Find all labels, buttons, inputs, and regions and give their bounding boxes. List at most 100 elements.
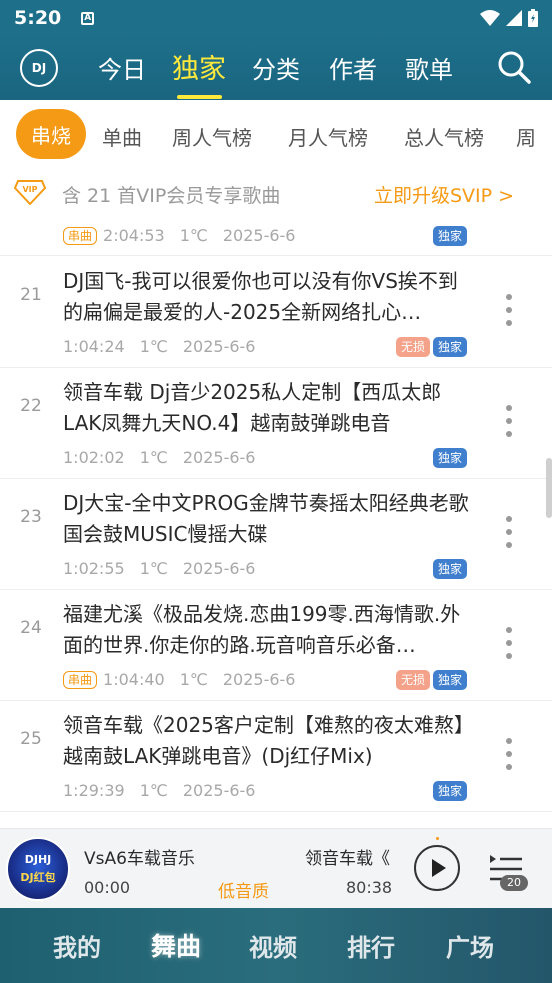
song-badges: 独家: [432, 448, 467, 468]
song-number: 24: [20, 618, 42, 638]
exclusive-badge: 独家: [432, 337, 467, 357]
song-duration: 1:04:40: [103, 670, 165, 689]
battery-icon: [528, 9, 538, 27]
song-date: 2025-6-6: [222, 226, 296, 245]
tab-author[interactable]: 作者: [329, 50, 377, 85]
subtab-total-popular[interactable]: 总人气榜: [404, 122, 484, 151]
cover-subtext: DJ红包: [20, 871, 56, 884]
tab-today[interactable]: 今日: [98, 50, 146, 85]
exclusive-badge: 独家: [432, 781, 467, 801]
song-number: 23: [20, 507, 42, 527]
song-date: 2025-6-6: [182, 781, 256, 800]
exclusive-badge: 独家: [432, 670, 467, 690]
top-nav: DJ 今日 独家 分类 作者 歌单: [0, 36, 552, 100]
song-temp: 1℃: [139, 559, 168, 578]
song-duration: 1:29:39: [63, 781, 125, 800]
song-meta: 1:02:02 1℃ 2025-6-6: [63, 448, 270, 467]
subtab-monthly-popular[interactable]: 月人气榜: [288, 122, 368, 151]
progress-dot: [436, 837, 439, 840]
wifi-icon: [480, 10, 500, 26]
list-item-partial[interactable]: 串曲 2:04:53 1℃ 2025-6-6 独家: [0, 216, 552, 256]
more-vertical-icon[interactable]: [505, 293, 513, 327]
list-item[interactable]: 25 领音车载《2025客户定制【难熬的夜太难熬】越南鼓LAK弹跳电音》(Dj红…: [0, 701, 552, 812]
status-icons: [480, 9, 538, 27]
list-item[interactable]: 21 DJ国飞-我可以很爱你也可以没有你VS挨不到的扁偏是最爱的人-2025全新…: [0, 257, 552, 368]
lossless-badge: 无损: [395, 337, 430, 357]
subtab-weekly-popular[interactable]: 周人气榜: [172, 122, 252, 151]
tab-exclusive[interactable]: 独家: [172, 47, 226, 86]
current-time: 00:00: [84, 878, 131, 897]
quality-selector[interactable]: 低音质: [218, 877, 269, 902]
list-item[interactable]: 24 福建尤溪《极品发烧.恋曲199零.西海情歌.外面的世界.你走你的路.玩音响…: [0, 590, 552, 701]
status-time: 5:20: [14, 7, 62, 29]
song-number: 25: [20, 729, 42, 749]
total-time: 80:38: [346, 878, 393, 897]
nav-mine[interactable]: 我的: [53, 928, 101, 963]
song-date: 2025-6-6: [182, 448, 256, 467]
notification-icon: A: [81, 11, 95, 25]
song-duration: 1:04:24: [63, 337, 125, 356]
song-title: DJ大宝-全中文PROG金牌节奏摇太阳经典老歌国会鼓MUSIC慢摇大碟: [63, 491, 469, 546]
bottom-nav: 我的 舞曲 视频 排行 广场: [0, 908, 552, 983]
more-vertical-icon[interactable]: [505, 737, 513, 771]
play-icon: [432, 859, 446, 877]
song-duration: 2:04:53: [103, 226, 165, 245]
vip-info-text: 含 21 首VIP会员专享歌曲: [62, 185, 281, 207]
song-date: 2025-6-6: [222, 670, 296, 689]
nav-ranking[interactable]: 排行: [347, 928, 395, 963]
list-item[interactable]: 23 DJ大宝-全中文PROG金牌节奏摇太阳经典老歌国会鼓MUSIC慢摇大碟 1…: [0, 479, 552, 590]
song-temp: 1℃: [179, 226, 208, 245]
player-title-scroll-right: 领音车载《: [305, 849, 390, 869]
song-meta: 1:02:55 1℃ 2025-6-6: [63, 559, 270, 578]
song-number: 21: [20, 285, 42, 305]
nav-video[interactable]: 视频: [249, 928, 297, 963]
exclusive-badge: 独家: [432, 448, 467, 468]
subtab-single[interactable]: 单曲: [102, 122, 142, 151]
song-date: 2025-6-6: [182, 559, 256, 578]
song-title: DJ国飞-我可以很爱你也可以没有你VS挨不到的扁偏是最爱的人-2025全新网络扎…: [63, 269, 458, 324]
subtab-medley[interactable]: 串烧: [16, 109, 86, 159]
song-temp: 1℃: [179, 670, 208, 689]
song-meta: 1:04:24 1℃ 2025-6-6: [63, 337, 270, 356]
more-vertical-icon[interactable]: [505, 404, 513, 438]
song-duration: 1:02:02: [63, 448, 125, 467]
song-title: 领音车载《2025客户定制【难熬的夜太难熬】越南鼓LAK弹跳电音》(Dj红仔Mi…: [63, 713, 464, 768]
song-number: 22: [20, 396, 42, 416]
song-badges: 无损 独家: [395, 670, 467, 690]
medley-tag: 串曲: [63, 226, 98, 245]
tab-category[interactable]: 分类: [252, 50, 300, 85]
scrollbar-thumb[interactable]: [546, 458, 552, 518]
signal-icon: [506, 10, 522, 26]
vip-bar: VIP 含 21 首VIP会员专享歌曲 立即升级SVIP >: [0, 170, 552, 216]
tab-playlist[interactable]: 歌单: [405, 50, 453, 85]
song-badges: 独家: [432, 559, 467, 579]
vip-diamond-icon: VIP: [14, 180, 46, 205]
song-badges: 独家: [432, 781, 467, 801]
search-icon[interactable]: [497, 50, 531, 84]
lossless-badge: 无损: [395, 670, 430, 690]
medley-tag: 串曲: [63, 670, 98, 689]
list-item[interactable]: 22 领音车载 Dj音少2025私人定制【西瓜太郎LAK凤舞九天NO.4】越南鼓…: [0, 368, 552, 479]
play-button[interactable]: [414, 845, 460, 891]
song-temp: 1℃: [139, 337, 168, 356]
exclusive-badge: 独家: [432, 226, 467, 246]
upgrade-svip-link[interactable]: 立即升级SVIP >: [374, 181, 514, 208]
album-cover[interactable]: DJHJ DJ红包: [6, 837, 70, 901]
status-bar: 5:20 A: [0, 0, 552, 36]
song-meta: 串曲 1:04:40 1℃ 2025-6-6: [63, 670, 310, 689]
exclusive-badge: 独家: [432, 559, 467, 579]
song-badges: 无损 独家: [395, 337, 467, 357]
nav-dance[interactable]: 舞曲: [151, 927, 201, 963]
more-vertical-icon[interactable]: [505, 515, 513, 549]
song-meta: 串曲 2:04:53 1℃ 2025-6-6: [63, 226, 310, 245]
more-vertical-icon[interactable]: [505, 626, 513, 660]
logo-text: DJ: [31, 61, 47, 75]
subtab-weekly[interactable]: 周: [516, 122, 536, 151]
player-title-scroll-left: VsA6车载音乐: [84, 849, 195, 869]
nav-square[interactable]: 广场: [446, 928, 494, 963]
playlist-count-badge: 20: [500, 875, 528, 891]
mini-player[interactable]: DJHJ DJ红包 VsA6车载音乐 领音车载《 00:00 低音质 80:38…: [0, 828, 552, 908]
dj-logo-icon[interactable]: DJ: [20, 49, 58, 87]
song-temp: 1℃: [139, 448, 168, 467]
song-meta: 1:29:39 1℃ 2025-6-6: [63, 781, 270, 800]
